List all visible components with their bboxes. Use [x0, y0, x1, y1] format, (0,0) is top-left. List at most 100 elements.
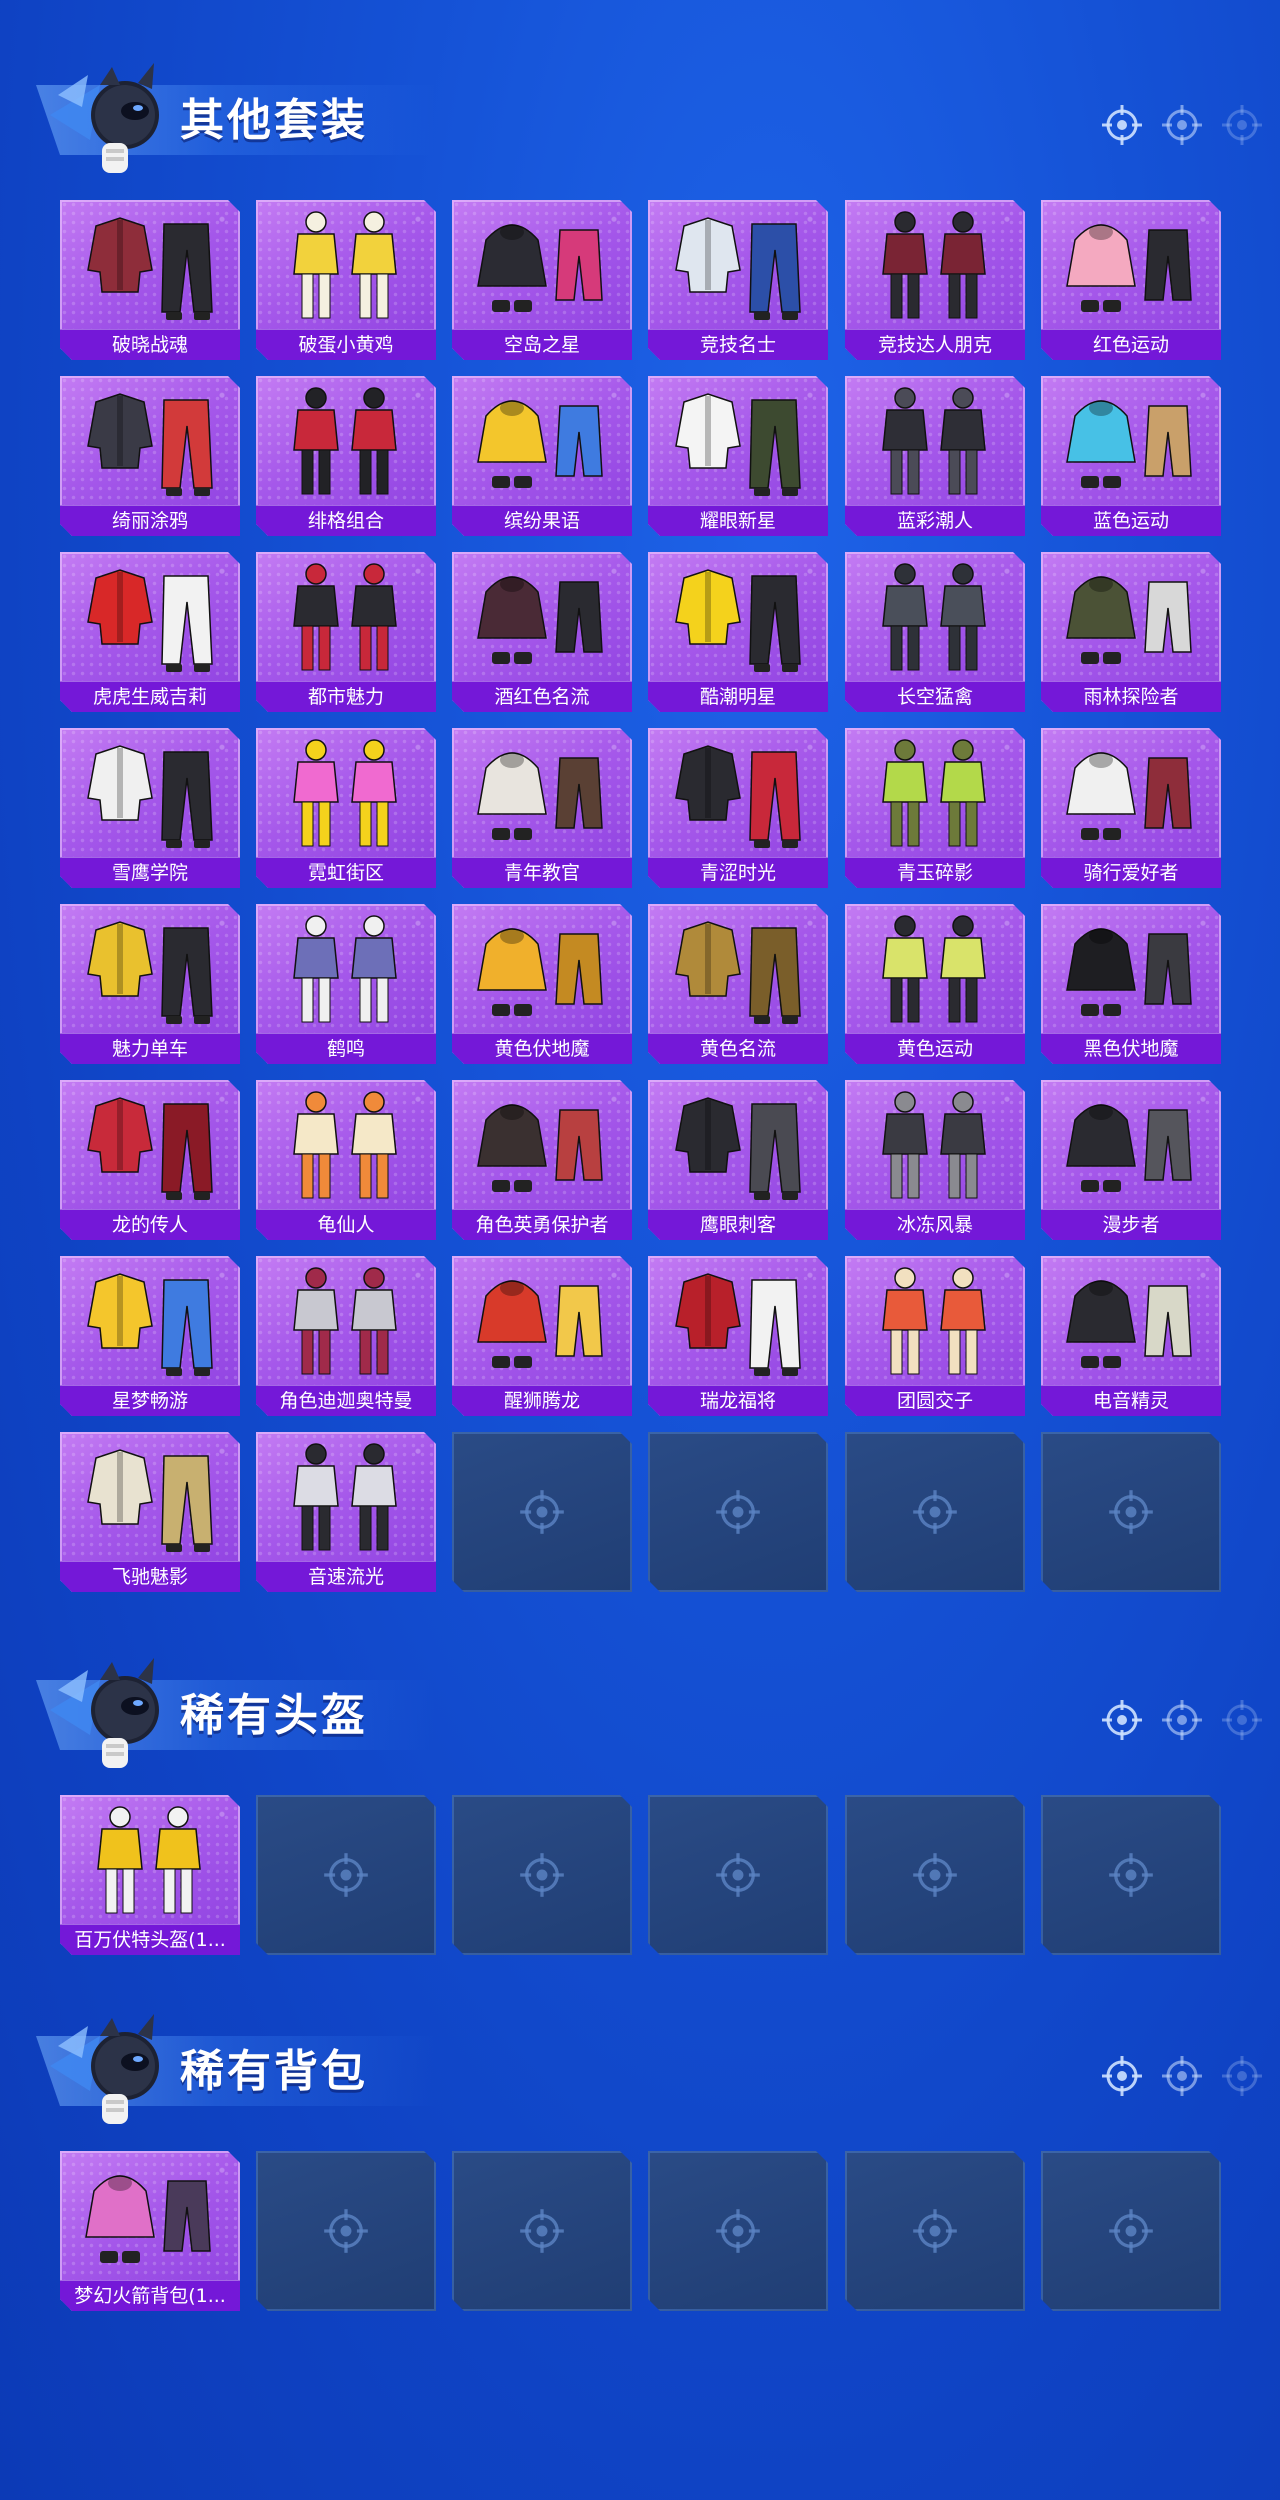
- section-title: 其他套装: [180, 95, 368, 146]
- item-card[interactable]: 鹤鸣: [256, 904, 436, 1064]
- item-card[interactable]: 团圆交子: [845, 1256, 1025, 1416]
- item-image: [845, 200, 1025, 328]
- crosshair-icon: [1160, 2054, 1204, 2098]
- item-label: 骑行爱好者: [1041, 857, 1221, 888]
- item-image: [60, 728, 240, 856]
- item-label: 黑色伏地魔: [1041, 1033, 1221, 1064]
- item-label: 黄色伏地魔: [452, 1033, 632, 1064]
- item-image: [648, 200, 828, 328]
- crosshair-icon: [322, 2207, 370, 2255]
- empty-slot: [256, 1795, 436, 1955]
- item-card[interactable]: 青年教官: [452, 728, 632, 888]
- item-card[interactable]: 龙的传人: [60, 1080, 240, 1240]
- item-card[interactable]: 黑色伏地魔: [1041, 904, 1221, 1064]
- item-card[interactable]: 酷潮明星: [648, 552, 828, 712]
- item-card[interactable]: 酒红色名流: [452, 552, 632, 712]
- mascot-icon: [30, 1996, 180, 2146]
- crosshair-icon: [518, 1851, 566, 1899]
- item-card[interactable]: 红色运动: [1041, 200, 1221, 360]
- item-card[interactable]: 瑞龙福将: [648, 1256, 828, 1416]
- item-card[interactable]: 霓虹街区: [256, 728, 436, 888]
- item-card[interactable]: 竞技名士: [648, 200, 828, 360]
- empty-slot: [648, 1795, 828, 1955]
- item-card[interactable]: 都市魅力: [256, 552, 436, 712]
- item-label: 蓝色运动: [1041, 505, 1221, 536]
- item-card[interactable]: 空岛之星: [452, 200, 632, 360]
- item-image: [845, 904, 1025, 1032]
- item-card[interactable]: 百万伏特头盔(1...: [60, 1795, 240, 1955]
- item-card[interactable]: 雨林探险者: [1041, 552, 1221, 712]
- item-image: [60, 1432, 240, 1560]
- item-label: 瑞龙福将: [648, 1385, 828, 1416]
- item-card[interactable]: 青玉碎影: [845, 728, 1025, 888]
- item-image: [648, 728, 828, 856]
- crosshair-icon: [1107, 1851, 1155, 1899]
- item-label: 酒红色名流: [452, 681, 632, 712]
- item-card[interactable]: 绯格组合: [256, 376, 436, 536]
- item-card[interactable]: 黄色运动: [845, 904, 1025, 1064]
- item-card[interactable]: 雪鹰学院: [60, 728, 240, 888]
- item-image: [60, 552, 240, 680]
- item-card[interactable]: 长空猛禽: [845, 552, 1025, 712]
- item-card[interactable]: 冰冻风暴: [845, 1080, 1025, 1240]
- item-card[interactable]: 虎虎生威吉莉: [60, 552, 240, 712]
- item-card[interactable]: 角色英勇保护者: [452, 1080, 632, 1240]
- item-card[interactable]: 绮丽涂鸦: [60, 376, 240, 536]
- crosshair-icon: [1220, 103, 1264, 147]
- empty-slot: [845, 2151, 1025, 2311]
- item-image: [845, 1080, 1025, 1208]
- section-title: 稀有头盔: [180, 1690, 368, 1741]
- item-card[interactable]: 龟仙人: [256, 1080, 436, 1240]
- item-image: [1041, 376, 1221, 504]
- item-label: 竞技达人朋克: [845, 329, 1025, 360]
- item-card[interactable]: 破蛋小黄鸡: [256, 200, 436, 360]
- mascot-icon: [30, 45, 180, 195]
- item-label: 虎虎生威吉莉: [60, 681, 240, 712]
- item-label: 破晓战魂: [60, 329, 240, 360]
- item-card[interactable]: 耀眼新星: [648, 376, 828, 536]
- item-card[interactable]: 漫步者: [1041, 1080, 1221, 1240]
- item-card[interactable]: 飞驰魅影: [60, 1432, 240, 1592]
- item-card[interactable]: 蓝色运动: [1041, 376, 1221, 536]
- item-image: [60, 2151, 240, 2279]
- item-label: 雪鹰学院: [60, 857, 240, 888]
- item-card[interactable]: 黄色伏地魔: [452, 904, 632, 1064]
- item-image: [256, 552, 436, 680]
- item-card[interactable]: 黄色名流: [648, 904, 828, 1064]
- item-label: 鹰眼刺客: [648, 1209, 828, 1240]
- item-image: [648, 1256, 828, 1384]
- item-card[interactable]: 破晓战魂: [60, 200, 240, 360]
- section-header: 稀有头盔: [0, 1640, 1280, 1790]
- item-label: 都市魅力: [256, 681, 436, 712]
- item-label: 雨林探险者: [1041, 681, 1221, 712]
- item-card[interactable]: 音速流光: [256, 1432, 436, 1592]
- crosshair-icon: [1107, 1488, 1155, 1536]
- item-image: [452, 552, 632, 680]
- item-image: [452, 376, 632, 504]
- item-image: [1041, 728, 1221, 856]
- crosshair-icon: [518, 2207, 566, 2255]
- item-card[interactable]: 蓝彩潮人: [845, 376, 1025, 536]
- item-card[interactable]: 魅力单车: [60, 904, 240, 1064]
- item-image: [60, 200, 240, 328]
- item-card[interactable]: 梦幻火箭背包(1...: [60, 2151, 240, 2311]
- item-image: [1041, 552, 1221, 680]
- item-card[interactable]: 青涩时光: [648, 728, 828, 888]
- crosshair-icon: [1100, 1698, 1144, 1742]
- empty-slot: [1041, 1432, 1221, 1592]
- crosshair-icon: [1100, 103, 1144, 147]
- item-card[interactable]: 鹰眼刺客: [648, 1080, 828, 1240]
- item-image: [648, 552, 828, 680]
- item-card[interactable]: 角色迪迦奥特曼: [256, 1256, 436, 1416]
- item-card[interactable]: 竞技达人朋克: [845, 200, 1025, 360]
- item-card[interactable]: 电音精灵: [1041, 1256, 1221, 1416]
- item-card[interactable]: 星梦畅游: [60, 1256, 240, 1416]
- item-card[interactable]: 醒狮腾龙: [452, 1256, 632, 1416]
- crosshair-icon: [518, 1488, 566, 1536]
- item-label: 梦幻火箭背包(1...: [60, 2280, 240, 2311]
- item-label: 百万伏特头盔(1...: [60, 1924, 240, 1955]
- item-card[interactable]: 骑行爱好者: [1041, 728, 1221, 888]
- crosshair-icon: [1220, 1698, 1264, 1742]
- item-card[interactable]: 缤纷果语: [452, 376, 632, 536]
- crosshair-icon: [714, 2207, 762, 2255]
